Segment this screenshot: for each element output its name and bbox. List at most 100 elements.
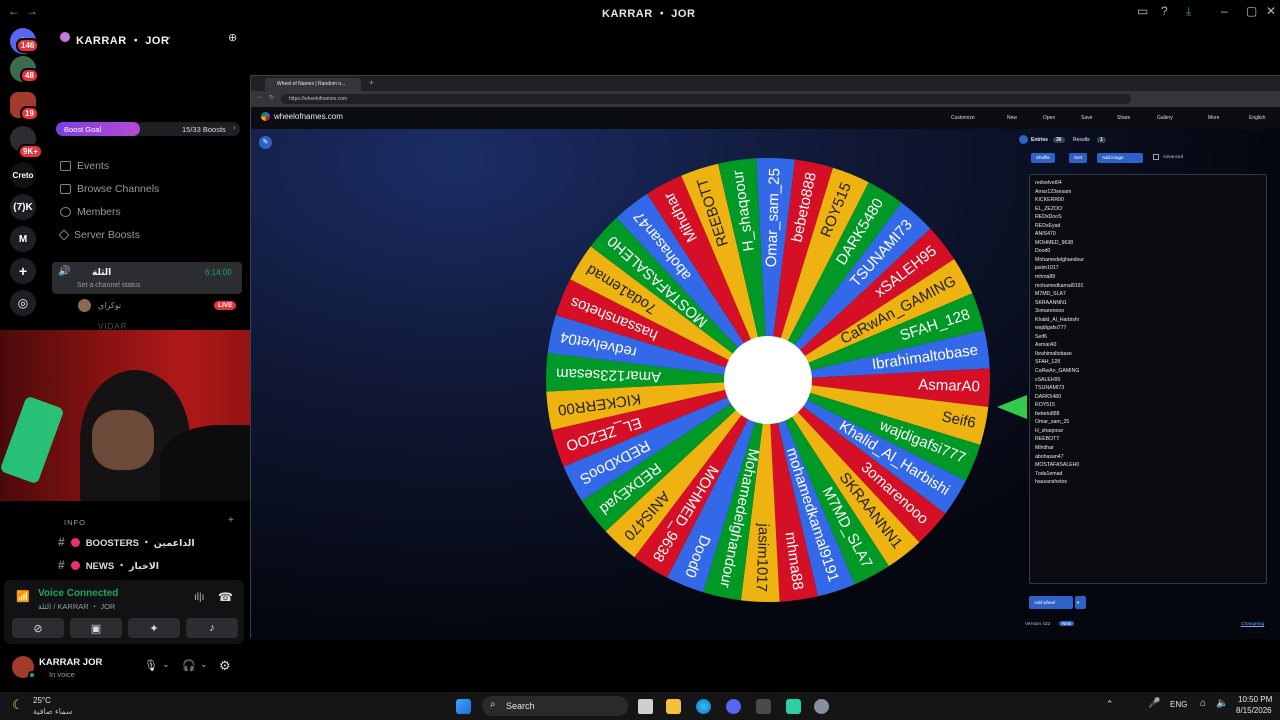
entry-line[interactable]: REDxDooS xyxy=(1034,213,1262,222)
task-view-icon[interactable] xyxy=(638,699,653,714)
menu-item-browse-channels[interactable]: Browse Channels xyxy=(60,183,159,195)
disconnect-icon[interactable]: ☎ xyxy=(218,590,233,604)
shuffle-button[interactable]: Shuffle xyxy=(1031,153,1055,163)
server-icon[interactable]: M xyxy=(10,226,36,252)
wheel-center-hub[interactable] xyxy=(724,336,812,424)
site-logo[interactable]: wheelofnames.com xyxy=(261,112,343,121)
entry-line[interactable]: MOHMED_9638 xyxy=(1034,239,1262,248)
chevron-down-icon[interactable]: ⌄ xyxy=(162,659,170,670)
nav-language[interactable]: English xyxy=(1249,115,1265,121)
entry-line[interactable]: jasim1017 xyxy=(1034,264,1262,273)
chevron-up-icon[interactable]: ⌃ xyxy=(1106,699,1114,710)
microphone-tray-icon[interactable]: 🎤 xyxy=(1148,698,1160,709)
voice-status[interactable]: Voice Connected xyxy=(38,588,118,599)
entry-line[interactable]: Amar123sesam xyxy=(1034,188,1262,197)
entry-line[interactable]: mhma88 xyxy=(1034,273,1262,282)
new-tab-icon[interactable]: + xyxy=(369,78,374,87)
sort-button[interactable]: Sort xyxy=(1069,153,1088,163)
voice-channel-item[interactable]: 🔊 الثلة 6:14:00 Set a channel status xyxy=(52,262,242,294)
headphones-icon[interactable]: 🎧 xyxy=(182,659,196,672)
menu-item-server-boosts[interactable]: Server Boosts xyxy=(58,229,140,241)
entry-line[interactable]: Ibrahimaltobase xyxy=(1034,350,1262,359)
entry-line[interactable]: hassanshetos xyxy=(1034,478,1262,487)
entry-line[interactable]: SFAH_128 xyxy=(1034,358,1262,367)
volume-icon[interactable]: 🔈 xyxy=(1216,698,1228,709)
reload-icon[interactable]: ↻ xyxy=(269,94,274,101)
entry-line[interactable]: Seif6 xyxy=(1034,333,1262,342)
entry-line[interactable]: wajdigafsi777 xyxy=(1034,324,1262,333)
nav-customize[interactable]: Customize xyxy=(951,115,975,121)
clock-date[interactable]: 8/15/2026 xyxy=(1236,706,1272,715)
entry-line[interactable]: H_shaqoour xyxy=(1034,427,1262,436)
entry-line[interactable]: REDxEyad xyxy=(1034,222,1262,231)
changelog-link[interactable]: Changelog xyxy=(1241,622,1264,627)
entry-line[interactable]: DARK5480 xyxy=(1034,393,1262,402)
channel-status-prompt[interactable]: Set a channel status xyxy=(77,282,140,289)
entry-line[interactable]: EL_ZEZOO xyxy=(1034,205,1262,214)
discover-icon[interactable]: ◎ xyxy=(10,290,36,316)
entry-line[interactable]: AsmarA0 xyxy=(1034,341,1262,350)
entry-line[interactable]: M7MD_SLA7 xyxy=(1034,290,1262,299)
edit-pencil-icon[interactable]: ✎ xyxy=(259,136,272,149)
download-icon[interactable]: ⤓ xyxy=(1186,4,1191,19)
network-icon[interactable]: ⌂ xyxy=(1200,698,1206,709)
entry-line[interactable]: Mihdhar xyxy=(1034,444,1262,453)
entry-line[interactable]: 3omarenooo xyxy=(1034,307,1262,316)
app-icon[interactable] xyxy=(786,699,801,714)
soundboard-button[interactable]: ♪ xyxy=(186,618,238,638)
inbox-icon[interactable]: ▭ xyxy=(1137,4,1148,18)
username[interactable]: KARRAR JOR xyxy=(39,657,102,668)
server-icon[interactable]: (7)K xyxy=(10,194,36,220)
entry-line[interactable]: xSALEH95 xyxy=(1034,376,1262,385)
entry-line[interactable]: mohamedkamal9191 xyxy=(1034,282,1262,291)
nav-gallery[interactable]: Gallery xyxy=(1157,115,1173,121)
chevron-down-icon[interactable]: ⌄ xyxy=(200,659,208,670)
entry-line[interactable]: Omar_sam_25 xyxy=(1034,418,1262,427)
noise-suppression-icon[interactable]: ıl|ı xyxy=(194,592,204,603)
add-channel-icon[interactable]: + xyxy=(228,515,234,526)
nav-more[interactable]: More xyxy=(1208,115,1219,121)
entry-line[interactable]: bebeto888 xyxy=(1034,410,1262,419)
calculator-icon[interactable] xyxy=(756,699,771,714)
nav-save[interactable]: Save xyxy=(1081,115,1092,121)
menu-item-events[interactable]: Events xyxy=(60,160,109,172)
voice-location[interactable]: الثلة / KARRAR ・ JOR xyxy=(38,601,115,612)
advanced-checkbox[interactable] xyxy=(1153,154,1159,160)
nav-share[interactable]: Share xyxy=(1117,115,1130,121)
add-server-icon[interactable]: + xyxy=(10,258,36,284)
entry-line[interactable]: CaRwAn_GAMING xyxy=(1034,367,1262,376)
entry-line[interactable]: MOSTAFASALEH0 xyxy=(1034,461,1262,470)
tab-entries[interactable]: Entries xyxy=(1031,137,1048,143)
entries-textarea[interactable]: redvelvet04 Amar123sesam KICKERR00 EL_ZEZOO… xyxy=(1029,174,1267,584)
entry-line[interactable]: Mohamedelghandour xyxy=(1034,256,1262,265)
entry-line[interactable]: 7oda1emad xyxy=(1034,470,1262,479)
voice-member-row[interactable]: نوكراي LIVE xyxy=(78,299,240,313)
screen-share-button[interactable]: ▣ xyxy=(70,618,122,638)
forward-arrow-icon[interactable]: → xyxy=(26,4,38,18)
settings-app-icon[interactable] xyxy=(814,699,829,714)
back-arrow-icon[interactable]: ← xyxy=(8,4,20,18)
file-explorer-icon[interactable] xyxy=(666,699,681,714)
guild-name[interactable]: KARRAR ・ JOR xyxy=(76,32,169,48)
add-wheel-button[interactable]: Add wheel xyxy=(1029,596,1073,609)
maximize-icon[interactable]: ▢ xyxy=(1246,4,1257,18)
close-icon[interactable]: ✕ xyxy=(1266,4,1276,18)
name-wheel[interactable]: IbrahimaltobaseAsmarA0Seif6wajdigafsi777… xyxy=(543,155,993,605)
server-icon[interactable]: Creto xyxy=(10,162,36,188)
edge-browser-icon[interactable] xyxy=(696,699,711,714)
windows-start-icon[interactable] xyxy=(456,699,471,714)
entry-line[interactable]: ANIS470 xyxy=(1034,230,1262,239)
nav-open[interactable]: Open xyxy=(1043,115,1055,121)
channel-item-boosters[interactable]: # BOOSTERS ・ الداعمين xyxy=(58,535,195,549)
minimize-icon[interactable]: – xyxy=(1221,4,1228,18)
taskbar-search[interactable]: ⌕ Search xyxy=(482,696,628,716)
chevron-down-icon[interactable]: ⌄ xyxy=(164,31,172,42)
entry-line[interactable]: Khalid_Al_Harbishi xyxy=(1034,316,1262,325)
channel-item-news[interactable]: # NEWS ・ الاخبار xyxy=(58,558,159,572)
entry-line[interactable]: Dood0 xyxy=(1034,247,1262,256)
settings-gear-icon[interactable]: ⚙ xyxy=(219,658,231,674)
collapse-icon[interactable] xyxy=(1019,135,1028,144)
language-indicator[interactable]: ENG xyxy=(1170,700,1187,709)
nav-new[interactable]: New xyxy=(1007,115,1017,121)
entry-line[interactable]: KICKERR00 xyxy=(1034,196,1262,205)
